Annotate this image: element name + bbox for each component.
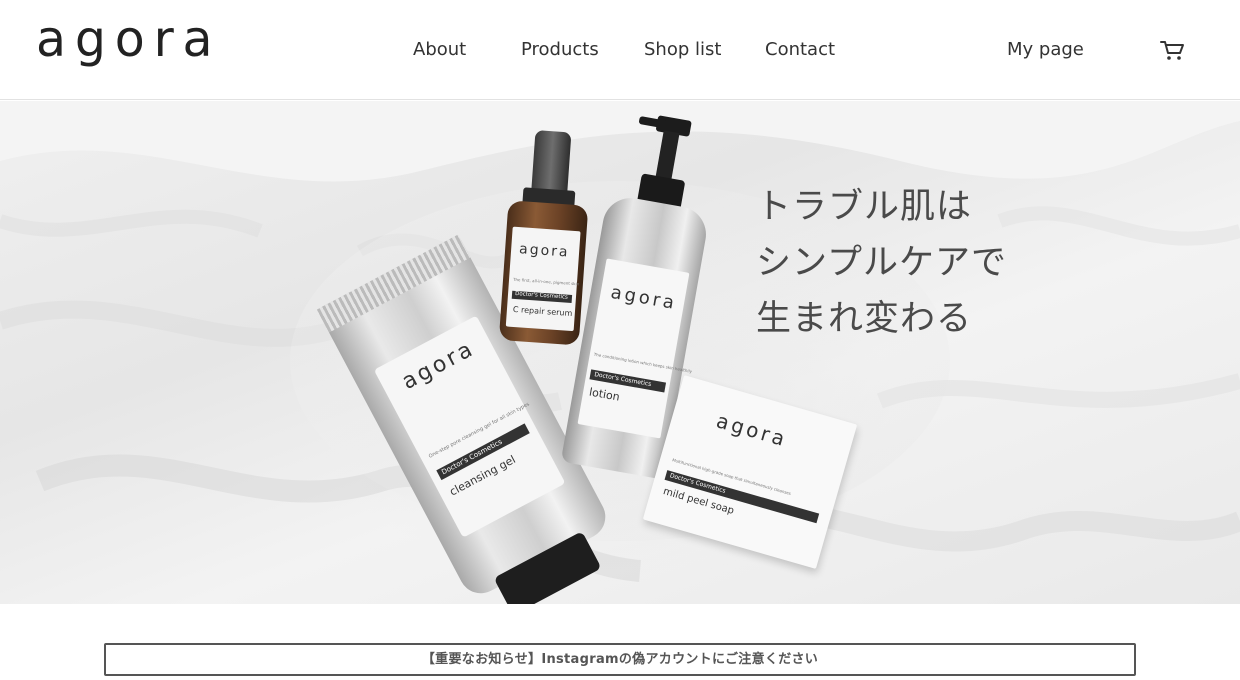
important-notice-link[interactable]: 【重要なお知らせ】Instagramの偽アカウントにご注意ください	[104, 643, 1136, 676]
nav-my-page[interactable]: My page	[1007, 39, 1084, 61]
serum-line-bar: Doctor's Cosmetics	[511, 290, 573, 303]
nav-contact[interactable]: Contact	[765, 39, 835, 61]
serum-name: C repair serum	[512, 304, 573, 319]
headline-line-3: 生まれ変わる	[756, 299, 973, 339]
lotion-line: Doctor's Cosmetics	[593, 371, 652, 389]
serum-bottle: agora The first, all-in-one, pigment ski…	[498, 128, 594, 348]
nav-about[interactable]: About	[413, 39, 466, 61]
lotion-name: lotion	[588, 385, 621, 404]
headline-line-2: シンプルケアで	[756, 243, 1007, 283]
nav-products[interactable]: Products	[521, 39, 599, 61]
cart-icon[interactable]	[1158, 38, 1186, 62]
serum-line: Doctor's Cosmetics	[514, 290, 569, 301]
headline-line-1: トラブル肌は	[756, 187, 973, 227]
serum-desc: The first, all-in-one, pigment skin	[512, 276, 580, 287]
lotion-brand: agora	[609, 281, 679, 315]
hero-banner: agora One-step pore cleansing gel for al…	[0, 101, 1240, 604]
nav-shop-list[interactable]: Shop list	[644, 39, 721, 61]
serum-brand: agora	[518, 241, 571, 261]
site-header: agora About Products Shop list Contact M…	[0, 0, 1240, 100]
site-logo[interactable]: agora	[36, 14, 221, 64]
hero-headline: トラブル肌は シンプルケアで 生まれ変わる	[756, 179, 1007, 347]
